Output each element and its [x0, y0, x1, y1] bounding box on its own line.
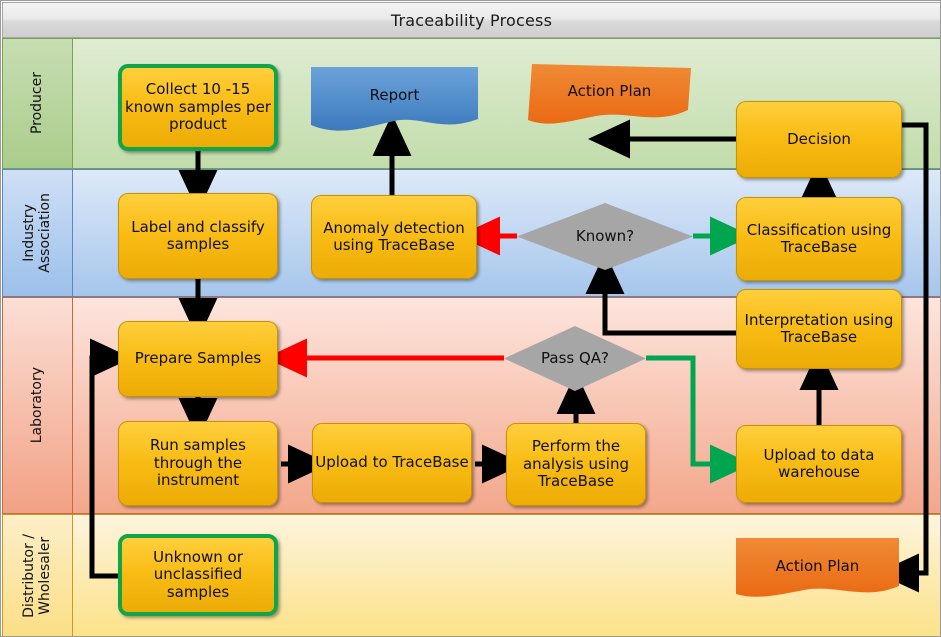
node-report-label: Report: [369, 86, 420, 105]
node-run-samples-through-instrument[interactable]: Run samples through the instrument: [118, 421, 278, 506]
node-known-label: Known?: [575, 226, 635, 245]
node-collect-samples[interactable]: Collect 10 -15 known samples per product: [118, 64, 278, 151]
swimlane-label-laboratory: Laboratory: [2, 297, 73, 514]
node-label-and-classify-samples-label: Label and classify samples: [131, 217, 265, 253]
swimlane-label-industry-association: Industry Association: [2, 169, 73, 297]
node-run-samples-through-instrument-label: Run samples through the instrument: [150, 436, 246, 490]
node-report-document[interactable]: Report: [311, 67, 478, 135]
node-anomaly-detection-label: Anomaly detection using TraceBase: [323, 218, 465, 254]
node-unknown-or-unclassified-samples[interactable]: Unknown or unclassified samples: [118, 534, 278, 616]
node-action-plan-bottom-label: Action Plan: [775, 557, 860, 576]
node-upload-to-data-warehouse[interactable]: Upload to data warehouse: [736, 425, 902, 503]
node-decision[interactable]: Decision: [736, 101, 902, 178]
node-prepare-samples[interactable]: Prepare Samples: [118, 321, 278, 397]
node-upload-to-data-warehouse-label: Upload to data warehouse: [763, 445, 875, 481]
node-classification-using-tracebase-label: Classification using TraceBase: [746, 220, 892, 256]
swimlane-label-distributor-wholesaler-text: Distributor / Wholesaler: [21, 533, 54, 618]
node-upload-to-tracebase[interactable]: Upload to TraceBase: [312, 423, 472, 503]
node-classification-using-tracebase[interactable]: Classification using TraceBase: [736, 197, 902, 281]
swimlane-label-distributor-wholesaler: Distributor / Wholesaler: [2, 514, 73, 636]
diagram-title-bar: Traceability Process: [2, 2, 940, 38]
node-action-plan-bottom-document[interactable]: Action Plan: [736, 538, 899, 604]
swimlane-label-laboratory-text: Laboratory: [29, 367, 46, 444]
node-label-and-classify-samples[interactable]: Label and classify samples: [118, 193, 278, 279]
node-collect-samples-label: Collect 10 -15 known samples per product: [125, 80, 271, 134]
node-action-plan-top-label: Action Plan: [567, 82, 652, 101]
node-pass-qa-label: Pass QA?: [541, 348, 609, 367]
page-title: Traceability Process: [390, 10, 553, 30]
node-known-decision[interactable]: Known?: [517, 203, 693, 270]
node-pass-qa-decision[interactable]: Pass QA?: [504, 326, 646, 391]
swimlane-label-producer-text: Producer: [29, 72, 46, 135]
node-action-plan-top-document[interactable]: Action Plan: [528, 64, 691, 130]
node-decision-label: Decision: [787, 129, 851, 148]
node-perform-analysis-using-tracebase-label: Perform the analysis using TraceBase: [522, 437, 630, 491]
node-perform-analysis-using-tracebase[interactable]: Perform the analysis using TraceBase: [506, 423, 646, 506]
node-prepare-samples-label: Prepare Samples: [134, 349, 262, 368]
node-interpretation-using-tracebase[interactable]: Interpretation using TraceBase: [736, 289, 902, 369]
swimlane-label-producer: Producer: [2, 38, 73, 169]
diagram-canvas: Traceability Process Producer Industry A…: [0, 0, 941, 637]
swimlane-label-industry-association-text: Industry Association: [21, 193, 54, 273]
node-upload-to-tracebase-label: Upload to TraceBase: [315, 453, 469, 472]
node-unknown-or-unclassified-samples-label: Unknown or unclassified samples: [153, 547, 243, 601]
node-interpretation-using-tracebase-label: Interpretation using TraceBase: [744, 310, 894, 346]
node-anomaly-detection[interactable]: Anomaly detection using TraceBase: [311, 195, 477, 279]
